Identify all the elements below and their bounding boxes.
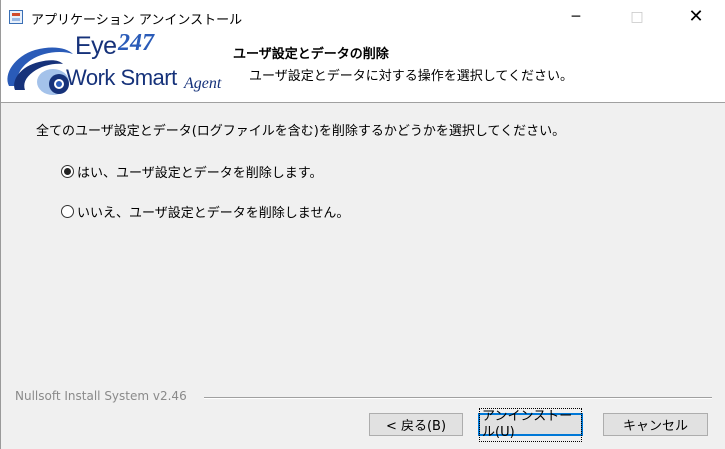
title-bar[interactable]: アプリケーション アンインストール ─ □ ✕	[1, 0, 725, 34]
uninstaller-window: アプリケーション アンインストール ─ □ ✕ Eye 247 Work Sma…	[0, 0, 725, 449]
radio-option-keep[interactable]: いいえ、ユーザ設定とデータを削除しません。	[61, 202, 349, 221]
cancel-button[interactable]: キャンセル	[603, 413, 708, 436]
nsis-branding: Nullsoft Install System v2.46	[15, 389, 187, 403]
logo-247-text: 247	[118, 30, 154, 56]
header-panel: Eye 247 Work Smart Agent ユーザ設定とデータの削除 ユー…	[1, 30, 725, 103]
page-subtitle: ユーザ設定とデータに対する操作を選択してください。	[249, 69, 573, 84]
instruction-text: 全てのユーザ設定とデータ(ログファイルを含む)を削除するかどうかを選択してくださ…	[36, 124, 566, 139]
minimize-button[interactable]: ─	[553, 0, 599, 34]
radio-option-delete[interactable]: はい、ユーザ設定とデータを削除します。	[61, 162, 322, 181]
window-title: アプリケーション アンインストール	[31, 13, 243, 28]
content-panel: 全てのユーザ設定とデータ(ログファイルを含む)を削除するかどうかを選択してくださ…	[1, 103, 725, 383]
radio-button-checked[interactable]	[61, 165, 74, 178]
back-button[interactable]: < 戻る(B)	[369, 413, 463, 436]
radio-label-keep: いいえ、ユーザ設定とデータを削除しません。	[77, 206, 350, 221]
maximize-button: □	[630, 9, 644, 25]
footer-divider	[204, 397, 712, 399]
uninstall-button-label: アンインストール(U)	[479, 407, 582, 442]
close-button[interactable]: ✕	[673, 0, 719, 34]
logo-agent-text: Agent	[184, 75, 222, 92]
uninstall-button[interactable]: アンインストール(U)	[478, 407, 583, 442]
eye247-logo: Eye 247 Work Smart Agent	[1, 30, 231, 102]
app-icon	[9, 10, 23, 24]
logo-worksmart-text: Work Smart	[66, 65, 177, 90]
logo-eye-text: Eye	[75, 32, 117, 60]
radio-button-unchecked[interactable]	[61, 205, 74, 218]
page-title: ユーザ設定とデータの削除	[233, 47, 389, 62]
radio-label-delete: はい、ユーザ設定とデータを削除します。	[77, 166, 323, 181]
